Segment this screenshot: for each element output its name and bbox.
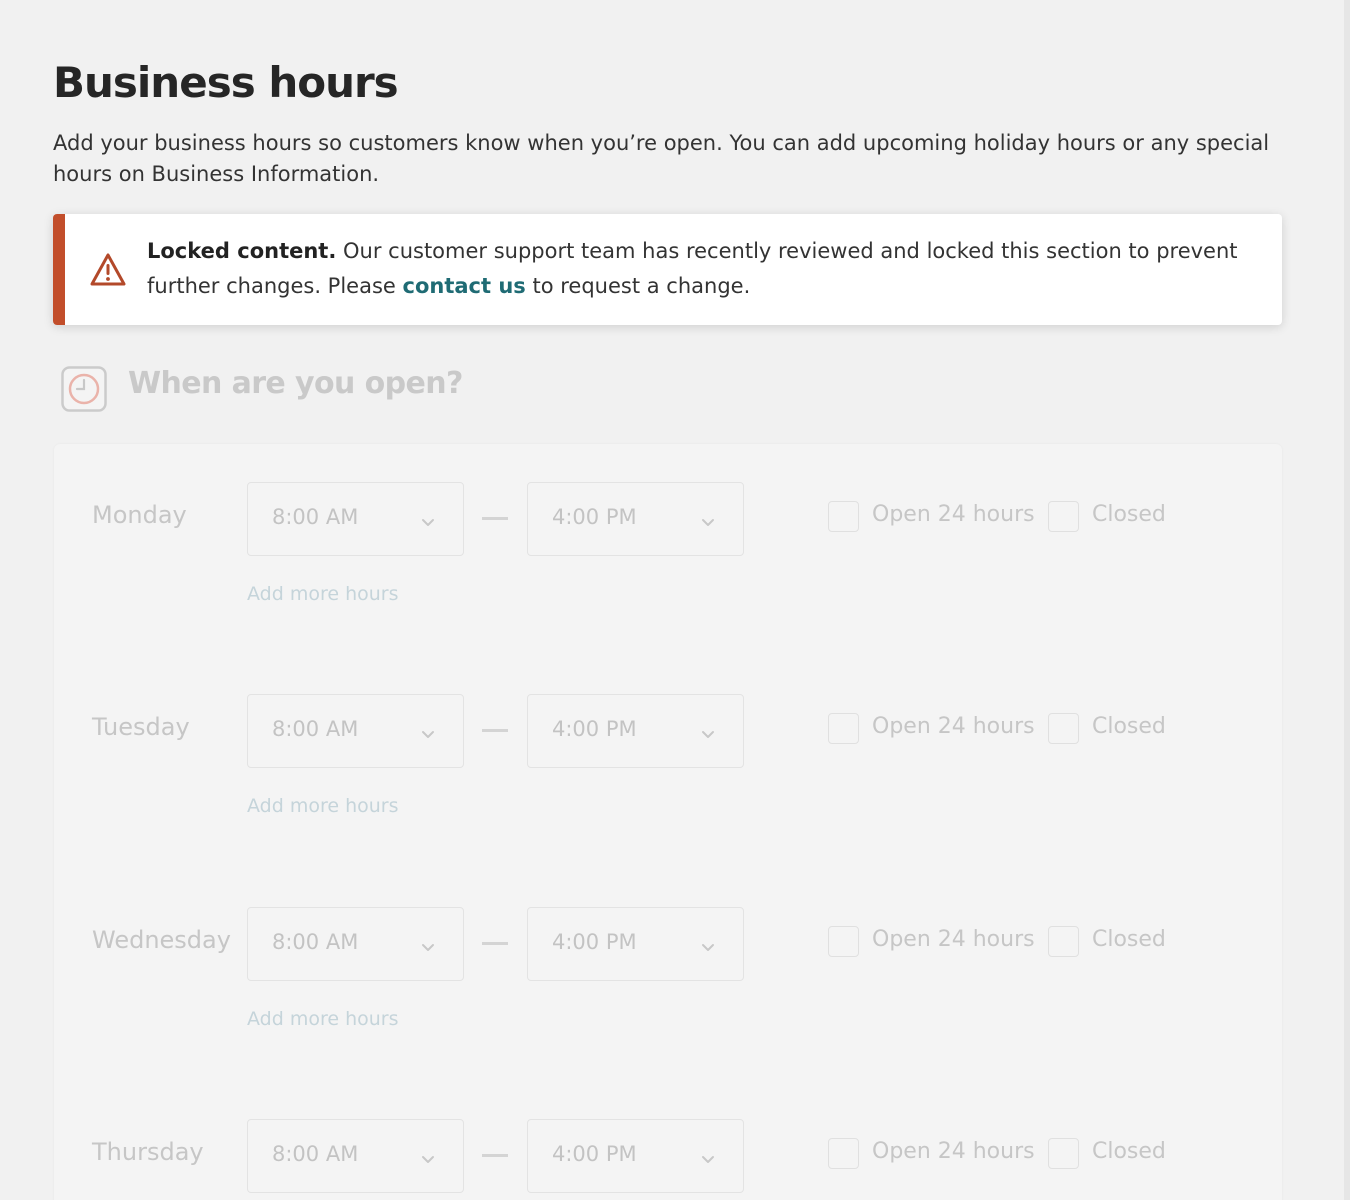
closed-checkbox[interactable]	[1048, 713, 1079, 744]
closed-label: Closed	[1092, 714, 1166, 739]
open-time-value: 8:00 AM	[272, 930, 359, 954]
clock-icon	[61, 366, 107, 412]
chevron-down-icon	[421, 725, 435, 738]
open-time-value: 8:00 AM	[272, 717, 359, 741]
open-time-select[interactable]: 8:00 AM	[247, 694, 464, 768]
day-row-tuesday: Tuesday 8:00 AM 4:00 PM Open 24 hours Closed…	[54, 656, 1282, 817]
day-row-thursday: Thursday 8:00 AM 4:00 PM Open 24 hours Close…	[54, 1081, 1282, 1200]
page-title: Business hours	[53, 58, 399, 107]
open-24-hours-checkbox[interactable]	[828, 713, 859, 744]
time-range-dash	[482, 729, 508, 732]
chevron-down-icon	[421, 938, 435, 951]
scrollbar-track[interactable]	[1344, 0, 1350, 1200]
open-24-hours-checkbox[interactable]	[828, 501, 859, 532]
open-time-value: 8:00 AM	[272, 505, 359, 529]
hours-card: Monday 8:00 AM 4:00 PM Open 24 hours Closed A…	[54, 444, 1282, 1200]
alert-title: Locked content.	[147, 239, 337, 263]
section-title: When are you open?	[128, 366, 463, 401]
day-name: Monday	[92, 501, 187, 529]
close-time-select[interactable]: 4:00 PM	[527, 694, 744, 768]
open-time-select[interactable]: 8:00 AM	[247, 482, 464, 556]
chevron-down-icon	[701, 725, 715, 738]
close-time-value: 4:00 PM	[552, 1142, 637, 1166]
open-24-hours-label: Open 24 hours	[872, 714, 1035, 739]
chevron-down-icon	[701, 1150, 715, 1163]
chevron-down-icon	[701, 513, 715, 526]
alert-text-after-link: to request a change.	[525, 274, 751, 298]
chevron-down-icon	[421, 513, 435, 526]
day-name: Thursday	[92, 1138, 204, 1166]
alert-message: Locked content. Our customer support tea…	[147, 234, 1257, 304]
closed-checkbox[interactable]	[1048, 926, 1079, 957]
time-range-dash	[482, 517, 508, 520]
chevron-down-icon	[421, 1150, 435, 1163]
close-time-select[interactable]: 4:00 PM	[527, 907, 744, 981]
day-name: Tuesday	[92, 713, 190, 741]
close-time-select[interactable]: 4:00 PM	[527, 482, 744, 556]
close-time-value: 4:00 PM	[552, 505, 637, 529]
add-more-hours-link[interactable]: Add more hours	[247, 1008, 399, 1030]
time-range-dash	[482, 942, 508, 945]
open-time-value: 8:00 AM	[272, 1142, 359, 1166]
time-range-dash	[482, 1154, 508, 1157]
add-more-hours-link[interactable]: Add more hours	[247, 795, 399, 817]
open-24-hours-checkbox[interactable]	[828, 926, 859, 957]
day-row-monday: Monday 8:00 AM 4:00 PM Open 24 hours Closed A…	[54, 444, 1282, 605]
open-24-hours-label: Open 24 hours	[872, 502, 1035, 527]
day-row-wednesday: Wednesday 8:00 AM 4:00 PM Open 24 hours Clos…	[54, 869, 1282, 1030]
closed-checkbox[interactable]	[1048, 1138, 1079, 1169]
open-24-hours-checkbox[interactable]	[828, 1138, 859, 1169]
open-24-hours-label: Open 24 hours	[872, 927, 1035, 952]
close-time-select[interactable]: 4:00 PM	[527, 1119, 744, 1193]
open-time-select[interactable]: 8:00 AM	[247, 907, 464, 981]
closed-label: Closed	[1092, 502, 1166, 527]
add-more-hours-link[interactable]: Add more hours	[247, 583, 399, 605]
open-24-hours-label: Open 24 hours	[872, 1139, 1035, 1164]
business-hours-page: Business hours Add your business hours s…	[0, 0, 1350, 1200]
contact-us-link[interactable]: contact us	[403, 274, 526, 298]
locked-content-alert: Locked content. Our customer support tea…	[53, 214, 1282, 325]
closed-label: Closed	[1092, 927, 1166, 952]
chevron-down-icon	[701, 938, 715, 951]
open-time-select[interactable]: 8:00 AM	[247, 1119, 464, 1193]
close-time-value: 4:00 PM	[552, 930, 637, 954]
warning-triangle-icon	[90, 253, 126, 286]
closed-label: Closed	[1092, 1139, 1166, 1164]
day-name: Wednesday	[92, 926, 231, 954]
closed-checkbox[interactable]	[1048, 501, 1079, 532]
alert-accent-bar	[53, 214, 65, 325]
close-time-value: 4:00 PM	[552, 717, 637, 741]
page-subtitle: Add your business hours so customers kno…	[53, 131, 1270, 186]
